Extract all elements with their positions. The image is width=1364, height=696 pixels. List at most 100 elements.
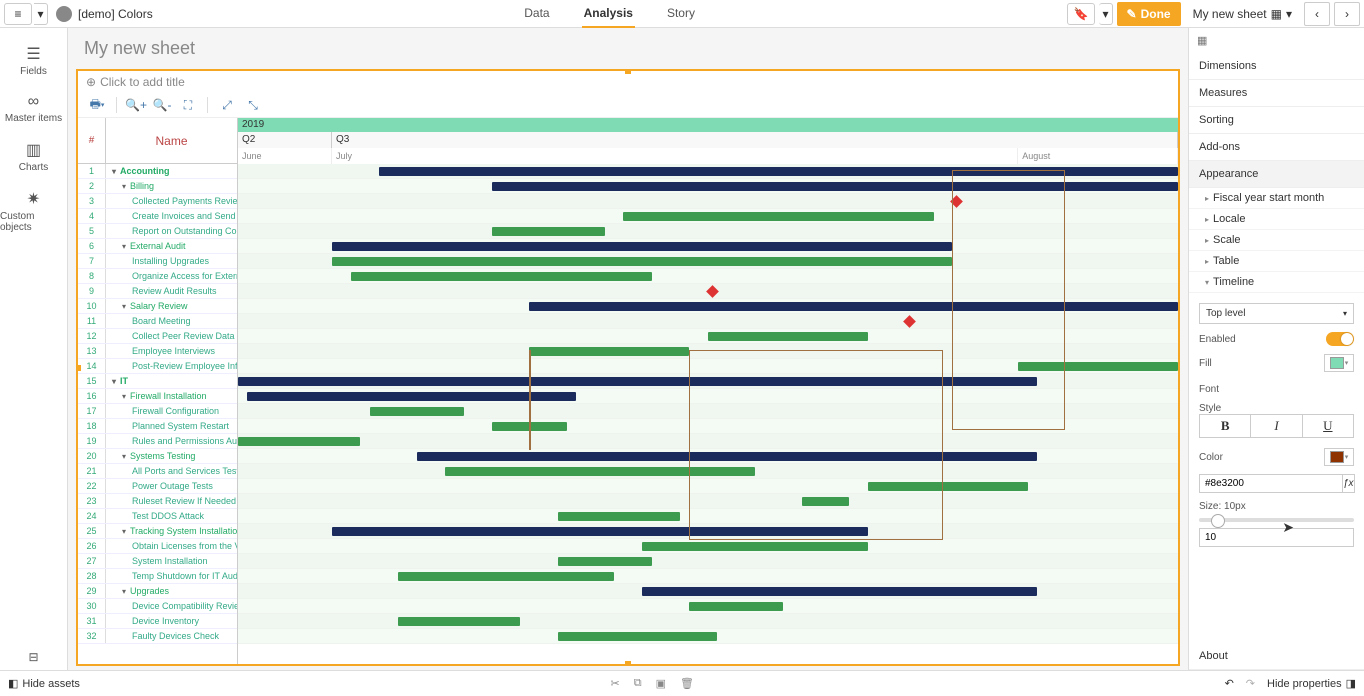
section-about[interactable]: About	[1189, 643, 1364, 670]
group-bar[interactable]	[238, 377, 1037, 386]
task-row[interactable]: 14Post-Review Employee Inf	[78, 359, 237, 374]
done-button[interactable]: ✎ Done	[1117, 2, 1181, 26]
task-row[interactable]: 32Faulty Devices Check	[78, 629, 237, 644]
tab-data[interactable]: Data	[522, 0, 551, 28]
task-row[interactable]: 15▾IT	[78, 374, 237, 389]
leftbar-custom-objects[interactable]: ✷ Custom objects	[0, 181, 67, 241]
task-bar[interactable]	[868, 482, 1028, 491]
group-bar[interactable]	[492, 182, 1178, 191]
task-bar[interactable]	[492, 422, 567, 431]
col-header-number[interactable]: #	[78, 118, 106, 163]
task-row[interactable]: 31Device Inventory	[78, 614, 237, 629]
prev-sheet-button[interactable]: ‹	[1304, 2, 1330, 26]
leftbar-collapse[interactable]: ⊟	[22, 644, 44, 670]
task-row[interactable]: 18Planned System Restart	[78, 419, 237, 434]
milestone-diamond[interactable]	[904, 315, 917, 328]
group-bar[interactable]	[379, 167, 1178, 176]
group-bar[interactable]	[332, 242, 952, 251]
task-row[interactable]: 1▾Accounting	[78, 164, 237, 179]
fit-button[interactable]: ⛶	[177, 95, 199, 115]
sheet-title[interactable]: My new sheet	[68, 28, 1188, 65]
hamburger-caret[interactable]: ▾	[34, 3, 48, 25]
cut-button[interactable]: ✂	[611, 677, 620, 690]
group-bar[interactable]	[642, 587, 1037, 596]
hide-properties-button[interactable]: Hide properties ◨	[1267, 677, 1356, 690]
leftbar-fields[interactable]: ☰ Fields	[0, 36, 67, 85]
color-picker[interactable]: ▾	[1324, 448, 1354, 466]
task-bar[interactable]	[623, 212, 933, 221]
print-button[interactable]: 🖶 ▾	[86, 95, 108, 115]
bookmark-caret[interactable]: ▾	[1099, 3, 1112, 25]
sub-timeline[interactable]: ▾Timeline	[1189, 272, 1364, 293]
enabled-toggle[interactable]	[1326, 332, 1354, 346]
section-dimensions[interactable]: Dimensions	[1189, 53, 1364, 80]
task-row[interactable]: 8Organize Access for Extern	[78, 269, 237, 284]
next-sheet-button[interactable]: ›	[1334, 2, 1360, 26]
task-bar[interactable]	[398, 617, 520, 626]
leftbar-charts[interactable]: ▥ Charts	[0, 132, 67, 181]
task-bar[interactable]	[1018, 362, 1178, 371]
hide-assets-button[interactable]: ◧ Hide assets	[8, 677, 80, 690]
task-bar[interactable]	[445, 467, 755, 476]
zoom-in-button[interactable]: 🔍+	[125, 95, 147, 115]
task-bar[interactable]	[558, 632, 718, 641]
task-row[interactable]: 3Collected Payments Review	[78, 194, 237, 209]
task-bar[interactable]	[351, 272, 652, 281]
collapse-toggle[interactable]: ▾	[122, 179, 130, 193]
task-row[interactable]: 5Report on Outstanding Col	[78, 224, 237, 239]
task-bar[interactable]	[642, 542, 868, 551]
milestone-diamond[interactable]	[706, 285, 719, 298]
task-row[interactable]: 2▾Billing	[78, 179, 237, 194]
collapse-toggle[interactable]: ▾	[122, 524, 130, 538]
sub-scale[interactable]: ▸Scale	[1189, 230, 1364, 251]
task-bar[interactable]	[332, 257, 952, 266]
undo-button[interactable]: ↶	[1225, 677, 1234, 690]
task-bar[interactable]	[370, 407, 464, 416]
paste-button[interactable]: ▣	[656, 677, 666, 690]
tab-story[interactable]: Story	[665, 0, 697, 28]
task-row[interactable]: 10▾Salary Review	[78, 299, 237, 314]
task-row[interactable]: 24Test DDOS Attack	[78, 509, 237, 524]
task-row[interactable]: 28Temp Shutdown for IT Aud	[78, 569, 237, 584]
resize-handle-left[interactable]	[76, 365, 81, 371]
group-bar[interactable]	[247, 392, 576, 401]
sheet-picker[interactable]: My new sheet ▦ ▾	[1185, 7, 1300, 21]
object-title[interactable]: ⊕ Click to add title	[78, 71, 1178, 93]
group-bar[interactable]	[529, 302, 1178, 311]
task-bar[interactable]	[708, 332, 868, 341]
copy-button[interactable]: ⧉	[634, 677, 642, 690]
expand-button[interactable]: ⤢	[216, 95, 238, 115]
task-row[interactable]: 22Power Outage Tests	[78, 479, 237, 494]
bold-button[interactable]: B	[1199, 414, 1251, 438]
sub-fiscal-year[interactable]: ▸Fiscal year start month	[1189, 188, 1364, 209]
task-row[interactable]: 20▾Systems Testing	[78, 449, 237, 464]
task-row[interactable]: 30Device Compatibility Revie	[78, 599, 237, 614]
task-row[interactable]: 23Ruleset Review If Needed	[78, 494, 237, 509]
task-bar[interactable]	[802, 497, 849, 506]
tab-analysis[interactable]: Analysis	[582, 0, 635, 28]
collapse-toggle[interactable]: ▾	[122, 299, 130, 313]
task-row[interactable]: 6▾External Audit	[78, 239, 237, 254]
collapse-toggle[interactable]: ▾	[112, 374, 120, 388]
task-bar[interactable]	[529, 347, 689, 356]
group-bar[interactable]	[417, 452, 1037, 461]
task-row[interactable]: 4Create Invoices and Send I	[78, 209, 237, 224]
properties-table-icon[interactable]: ▦	[1189, 28, 1364, 53]
collapse-button[interactable]: ⤡	[242, 95, 264, 115]
col-header-name[interactable]: Name	[106, 118, 237, 163]
task-bar[interactable]	[492, 227, 605, 236]
sub-table[interactable]: ▸Table	[1189, 251, 1364, 272]
zoom-out-button[interactable]: 🔍-	[151, 95, 173, 115]
task-row[interactable]: 7Installing Upgrades	[78, 254, 237, 269]
section-appearance[interactable]: Appearance	[1189, 161, 1364, 188]
redo-button[interactable]: ↷	[1246, 677, 1255, 690]
gantt-object[interactable]: ⊕ Click to add title 🖶 ▾ 🔍+ 🔍- ⛶ ⤢ ⤡ # N…	[76, 69, 1180, 666]
collapse-toggle[interactable]: ▾	[122, 449, 130, 463]
resize-handle-top[interactable]	[625, 69, 631, 74]
expression-button[interactable]: ƒx	[1343, 474, 1355, 493]
task-row[interactable]: 27System Installation	[78, 554, 237, 569]
task-row[interactable]: 25▾Tracking System Installation	[78, 524, 237, 539]
fill-color-picker[interactable]: ▾	[1324, 354, 1354, 372]
underline-button[interactable]: U	[1303, 414, 1354, 438]
task-row[interactable]: 21All Ports and Services Test	[78, 464, 237, 479]
